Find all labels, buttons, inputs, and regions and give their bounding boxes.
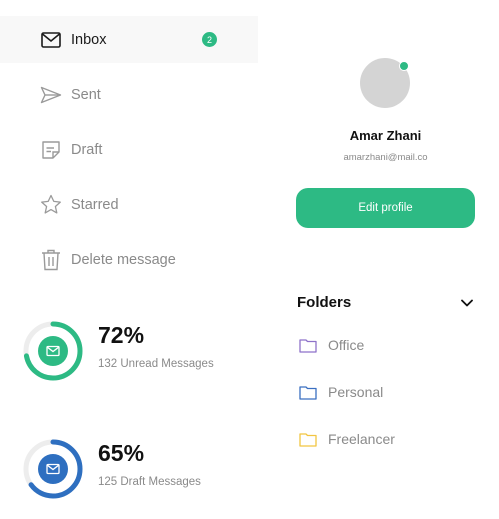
sidebar-item-label: Delete message [71,251,176,268]
unread-percent: 72% [98,322,145,348]
folder-label: Office [328,337,365,353]
sidebar-item-starred[interactable]: Starred [0,181,258,228]
sidebar-item-label: Starred [71,196,119,213]
unread-badge: 2 [202,32,217,47]
folder-icon [299,431,317,447]
sidebar-item-inbox[interactable]: Inbox 2 [0,16,258,63]
folder-office[interactable]: Office [299,333,364,357]
online-status-dot [399,61,409,71]
unread-progress-ring [23,321,83,381]
user-email: amarzhani@mail.co [343,152,428,163]
sidebar-item-label: Inbox [71,31,107,48]
draft-stat: 65% 125 Draft Messages [22,438,262,502]
chevron-down-icon[interactable] [458,294,476,312]
draft-percent: 65% [98,440,145,466]
sidebar-item-delete[interactable]: Delete message [0,236,258,283]
sidebar-nav: Inbox 2 Sent Draft Starred Delete messag… [0,16,258,291]
user-name: Amar Zhani [349,128,422,143]
folder-label: Personal [328,384,384,400]
unread-caption: 132 Unread Messages [98,358,214,370]
mail-icon [40,29,62,51]
edit-profile-button[interactable]: Edit profile [296,188,475,228]
folders-title: Folders [297,294,352,311]
folder-freelancer[interactable]: Freelancer [299,427,395,451]
send-icon [40,84,62,106]
folder-icon [299,337,317,353]
sidebar-item-label: Draft [71,141,103,158]
folder-personal[interactable]: Personal [299,380,383,404]
folder-icon [299,384,317,400]
folder-label: Freelancer [328,431,395,447]
draft-caption: 125 Draft Messages [98,476,201,488]
sidebar-item-label: Sent [71,86,101,103]
sidebar-item-sent[interactable]: Sent [0,71,258,118]
star-icon [40,194,62,216]
draft-icon [40,139,62,161]
unread-stat: 72% 132 Unread Messages [22,320,262,384]
sidebar-item-draft[interactable]: Draft [0,126,258,173]
trash-icon [40,249,62,271]
draft-progress-ring [23,439,83,499]
